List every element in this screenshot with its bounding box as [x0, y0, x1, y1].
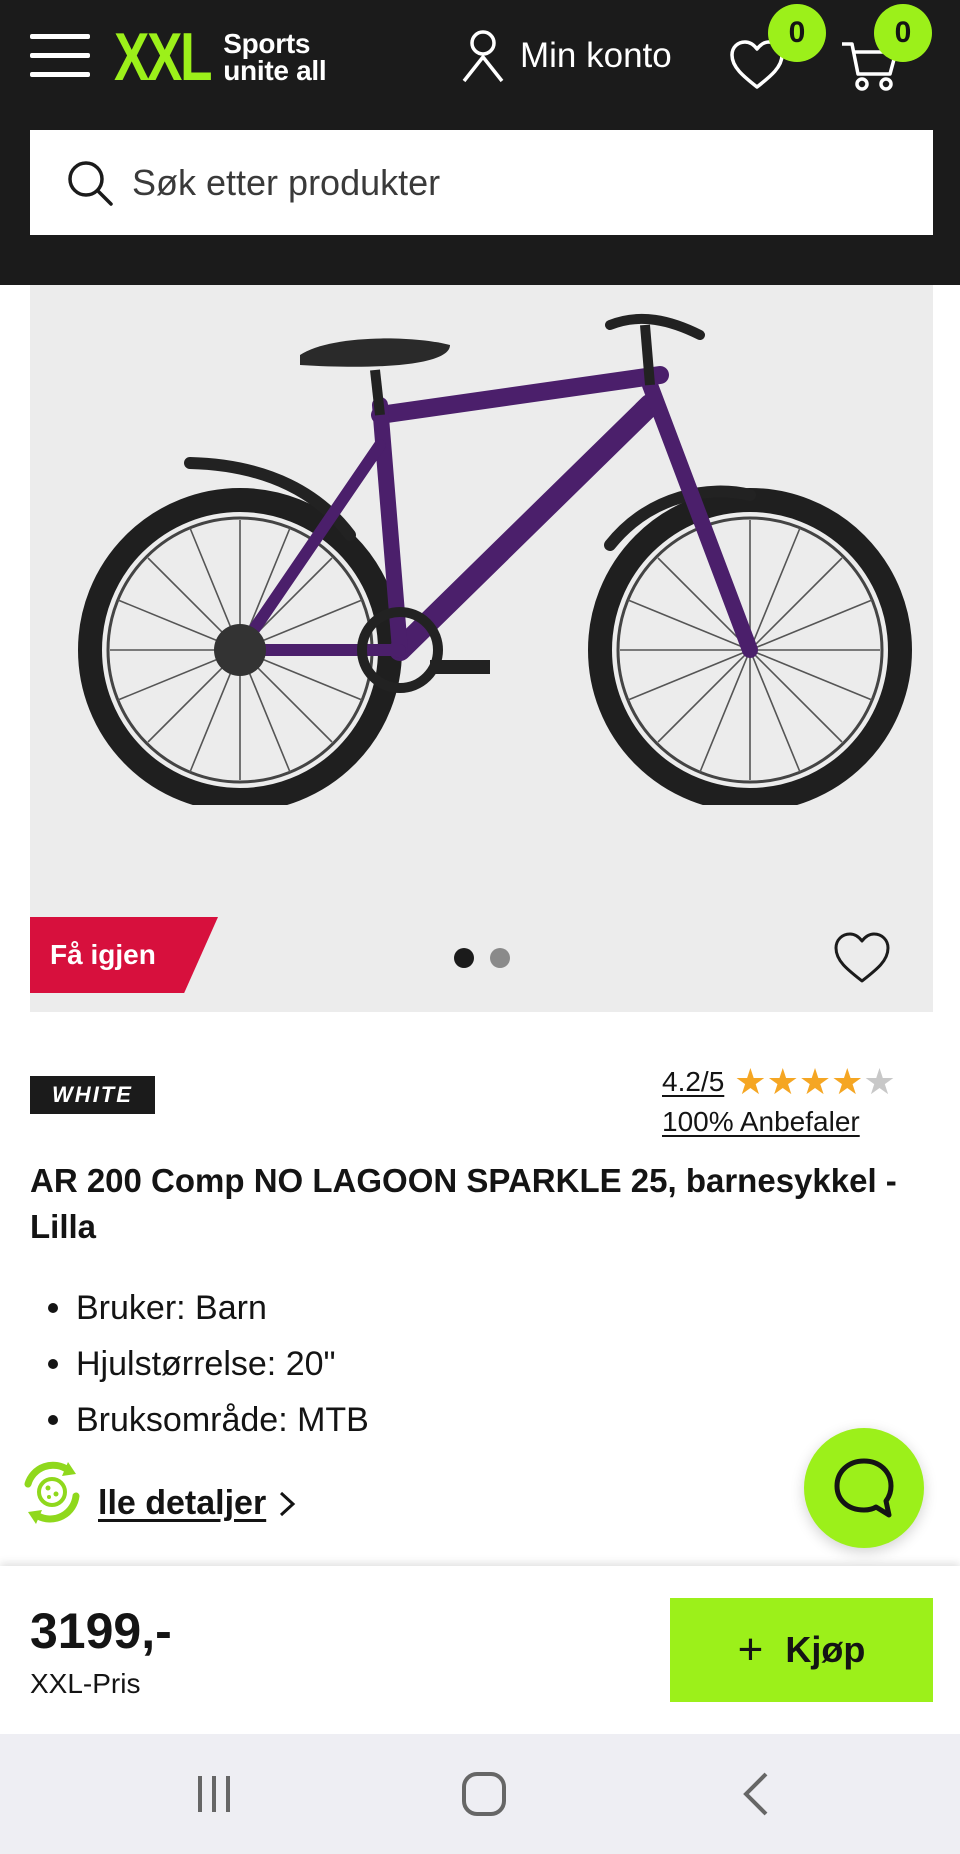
pagination-dot-2[interactable]	[490, 948, 510, 968]
price: 3199,-	[30, 1603, 172, 1659]
product-image	[78, 314, 912, 805]
cookie-icon[interactable]	[16, 1456, 88, 1528]
chevron-right-icon	[280, 1491, 296, 1516]
search-input[interactable]	[130, 160, 914, 205]
search-icon	[68, 160, 113, 206]
cart-count-badge: 0	[874, 4, 932, 62]
wishlist-count-badge: 0	[768, 4, 826, 62]
price-label: XXL-Pris	[30, 1668, 141, 1699]
search-bar[interactable]	[30, 130, 933, 235]
back-icon[interactable]	[728, 1766, 784, 1822]
logo-tagline-line1: Sports	[223, 28, 311, 59]
brand-logo[interactable]: WHITE	[30, 1076, 155, 1114]
chat-button[interactable]	[804, 1428, 924, 1548]
account-label: Min konto	[520, 36, 672, 75]
pagination-dot-1[interactable]	[454, 948, 474, 968]
promo-badge: Få igjen	[30, 917, 218, 993]
product-title: AR 200 Comp NO LAGOON SPARKLE 25, barnes…	[30, 1162, 897, 1245]
recommend-link[interactable]: 100% Anbefaler	[662, 1106, 860, 1138]
system-nav-bar	[0, 1734, 960, 1854]
xxl-logo[interactable]: XXL Sports unite all	[114, 19, 327, 95]
product-specs: Bruker: Barn Hjulstørrelse: 20" Bruksomr…	[30, 1280, 369, 1448]
buy-button-label: Kjøp	[785, 1629, 866, 1670]
all-details-link[interactable]: lle detaljer	[98, 1484, 296, 1523]
logo-mark: XXL	[114, 19, 212, 95]
logo-tagline: Sports unite all	[223, 28, 327, 86]
gallery-pagination	[454, 948, 526, 968]
menu-icon[interactable]	[30, 34, 90, 77]
star-icon: ★	[734, 1061, 767, 1102]
recent-apps-icon[interactable]	[186, 1766, 242, 1822]
spec-item: Bruksområde: MTB	[30, 1392, 369, 1448]
product-gallery[interactable]: Få igjen	[30, 285, 933, 1012]
rating-stars: ★ ★ ★ ★ ★	[734, 1064, 895, 1100]
site-header: XXL Sports unite all Min konto 0 0	[0, 0, 960, 285]
star-icon: ★	[798, 1061, 832, 1102]
star-empty-icon: ★	[863, 1061, 896, 1102]
user-icon	[462, 30, 504, 83]
plus-icon: +	[737, 1625, 764, 1674]
chat-icon	[834, 1458, 894, 1518]
rating[interactable]: 4.2/5 ★ ★ ★ ★ ★	[662, 1064, 896, 1100]
logo-tagline-line2: unite all	[223, 55, 327, 86]
star-icon: ★	[831, 1061, 864, 1102]
rating-value: 4.2/5	[662, 1066, 725, 1097]
home-icon[interactable]	[456, 1766, 512, 1822]
buy-bar: 3199,- XXL-Pris + Kjøp	[0, 1566, 960, 1734]
favorite-heart-icon[interactable]	[832, 930, 892, 986]
spec-item: Hjulstørrelse: 20"	[30, 1336, 369, 1392]
spec-item: Bruker: Barn	[30, 1280, 369, 1336]
buy-button[interactable]: + Kjøp	[670, 1598, 933, 1702]
star-icon: ★	[766, 1061, 799, 1102]
account-link[interactable]: Min konto	[460, 26, 672, 86]
all-details-label: lle detaljer	[98, 1484, 267, 1522]
